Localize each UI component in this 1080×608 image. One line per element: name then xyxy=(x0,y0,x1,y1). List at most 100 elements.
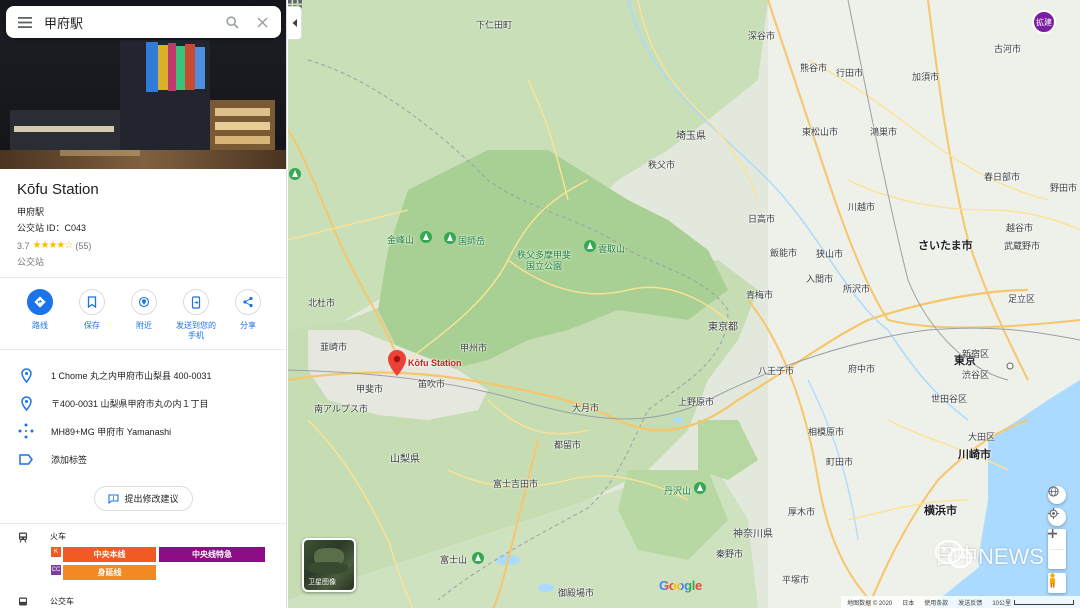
station-marker-label[interactable]: Kōfu Station xyxy=(408,358,462,368)
map-label-fujiyoshida: 富士吉田市 xyxy=(493,479,539,489)
train-label: 火车 xyxy=(50,532,66,541)
line-code-cc: CC xyxy=(51,565,61,575)
nearby-icon xyxy=(131,289,157,315)
send-to-phone-icon xyxy=(183,289,209,315)
map-label-ota: 大田区 xyxy=(968,432,996,442)
search-box[interactable]: 甲府駅 xyxy=(6,6,281,38)
address-text: 1 Chome 丸之内甲府市山梨县 400-0031 xyxy=(51,370,212,381)
pegman-icon xyxy=(1050,573,1055,588)
map-label-hiratsuka: 平塚市 xyxy=(782,575,810,585)
map-label-fuchu: 府中市 xyxy=(848,364,876,374)
feedback-link[interactable]: 发送反馈 xyxy=(958,598,982,607)
directions-button[interactable]: 路线 xyxy=(14,289,66,341)
zoom-out-button[interactable] xyxy=(1048,532,1064,569)
map-label-musashino: 武蔵野市 xyxy=(1004,241,1041,251)
map-label-nirasaki: 韮崎市 xyxy=(320,342,348,352)
line-badge-chuo-main[interactable]: 中央本线 xyxy=(63,547,156,562)
globe-button[interactable] xyxy=(1048,486,1066,504)
my-location-icon xyxy=(1048,508,1059,519)
satellite-toggle[interactable]: 卫星图像 xyxy=(302,538,356,592)
map-label-noda: 野田市 xyxy=(1050,183,1078,193)
scale-label: 10公里 xyxy=(992,600,1011,607)
save-button[interactable]: 保存 xyxy=(66,289,118,341)
nearby-button[interactable]: 附近 xyxy=(118,289,170,341)
search-icon[interactable] xyxy=(217,6,247,38)
place-panel: 甲府駅 Kōfu Station 甲府駅 公交站 ID：C043 3.7 ★★★… xyxy=(0,0,287,608)
map-label-hadano: 秦野市 xyxy=(716,549,744,559)
map-label-fukaya: 深谷市 xyxy=(748,31,776,41)
map-label-koshu: 甲州市 xyxy=(460,343,488,353)
map-label-kawagoe: 川越市 xyxy=(848,202,876,212)
suggest-edit-button[interactable]: 提出修改建议 xyxy=(94,486,193,511)
map-label-adachi: 足立区 xyxy=(1008,294,1036,304)
scale-bar xyxy=(1014,599,1074,605)
send-to-phone-button[interactable]: 发送到您的 手机 xyxy=(170,289,222,341)
collapse-panel-button[interactable] xyxy=(288,6,302,40)
review-count[interactable]: (55) xyxy=(75,241,91,251)
map-label-fuefuki: 笛吹市 xyxy=(418,379,446,389)
map-label-hokuto: 北杜市 xyxy=(308,298,336,308)
add-label-row[interactable]: 添加标签 xyxy=(18,451,87,467)
map-label-setagaya: 世田谷区 xyxy=(931,394,968,404)
plus-code-icon xyxy=(18,423,34,439)
map-label-sagamihara: 相模原市 xyxy=(808,427,845,437)
map-label-kai: 甲斐市 xyxy=(356,384,384,394)
my-location-button[interactable] xyxy=(1048,508,1066,526)
line-badge-chuo-express[interactable]: 中央线特急 xyxy=(159,547,265,562)
divider xyxy=(0,349,286,350)
map-label-yamanashi: 山梨県 xyxy=(390,454,420,465)
share-label: 分享 xyxy=(240,321,256,330)
directions-icon xyxy=(27,289,53,315)
chevron-left-icon xyxy=(292,19,297,27)
rating-stars: ★★★★☆ xyxy=(32,240,74,251)
search-input[interactable]: 甲府駅 xyxy=(44,13,217,32)
line-code-jc: K xyxy=(51,547,61,557)
plus-code-row[interactable]: MH89+MG 甲府市 Yamanashi xyxy=(18,423,171,439)
nearby-label: 附近 xyxy=(136,321,152,330)
map-label-kawasaki: 川崎市 xyxy=(958,449,991,461)
map-label-chichibu: 秩父市 xyxy=(648,160,676,170)
map-label-tanzawa: 丹沢山 xyxy=(664,486,692,496)
map-label-atsugi: 厚木市 xyxy=(788,507,816,517)
map-label-shibuya: 渋谷区 xyxy=(962,370,990,380)
map-label-kazo: 加須市 xyxy=(912,72,940,82)
line-badge-minobu[interactable]: 身延线 xyxy=(63,565,156,580)
action-bar: 路线 保存 附近 发送到您的 手机 分享 xyxy=(14,289,274,341)
map-data-credit[interactable]: 地图数据 © 2020 xyxy=(847,598,892,607)
postal-address-row[interactable]: 〒400-0031 山梨県甲府市丸の内１丁目 xyxy=(18,395,209,411)
divider xyxy=(0,277,286,278)
map-label-yokohama: 横浜市 xyxy=(924,505,957,517)
google-logo-text: Google xyxy=(659,578,702,593)
place-category[interactable]: 公交站 xyxy=(17,255,44,268)
close-icon[interactable] xyxy=(247,6,277,38)
scale-indicator[interactable]: 10公里 xyxy=(992,598,1074,607)
map-label-sayama: 狭山市 xyxy=(816,249,844,259)
satellite-label: 卫星图像 xyxy=(308,579,336,586)
street-view-button[interactable] xyxy=(1048,573,1066,593)
address-row[interactable]: 1 Chome 丸之内甲府市山梨县 400-0031 xyxy=(18,367,212,383)
menu-icon[interactable] xyxy=(6,6,44,38)
map-canvas[interactable]: 東京 東京都 埼玉県 さいたま市 山梨県 神奈川県 川崎市 横浜市 相模原市 八… xyxy=(288,0,1080,608)
directions-label: 路线 xyxy=(32,321,48,330)
rating-row[interactable]: 3.7 ★★★★☆ (55) xyxy=(17,240,91,251)
divider xyxy=(0,523,286,524)
map-label-chichibu-park: 秩父多摩甲斐 国立公園 xyxy=(517,250,572,271)
location-pin-icon xyxy=(18,367,34,383)
map-label-saitama-city: さいたま市 xyxy=(918,240,973,252)
rating-value: 3.7 xyxy=(17,240,30,251)
map-label-iruma: 入間市 xyxy=(806,274,834,284)
map-label-shinjuku: 新宿区 xyxy=(962,349,990,359)
account-avatar[interactable]: 拡建 xyxy=(1032,10,1056,34)
place-subtitle: 甲府駅 xyxy=(17,207,45,217)
map-label-otsuki: 大月市 xyxy=(572,403,600,413)
map-label-kanagawa: 神奈川県 xyxy=(733,529,773,540)
terms-link[interactable]: 使用条款 xyxy=(924,598,948,607)
map-label-hidaka: 日高市 xyxy=(748,214,776,224)
map-label-fujisan: 富士山 xyxy=(440,555,468,565)
map-label-uenohara: 上野原市 xyxy=(678,397,715,407)
share-button[interactable]: 分享 xyxy=(222,289,274,341)
map-label-ome: 青梅市 xyxy=(746,290,774,300)
minus-icon xyxy=(1048,532,1057,535)
place-title: Kōfu Station xyxy=(17,181,99,198)
wechat-icon xyxy=(934,540,972,568)
